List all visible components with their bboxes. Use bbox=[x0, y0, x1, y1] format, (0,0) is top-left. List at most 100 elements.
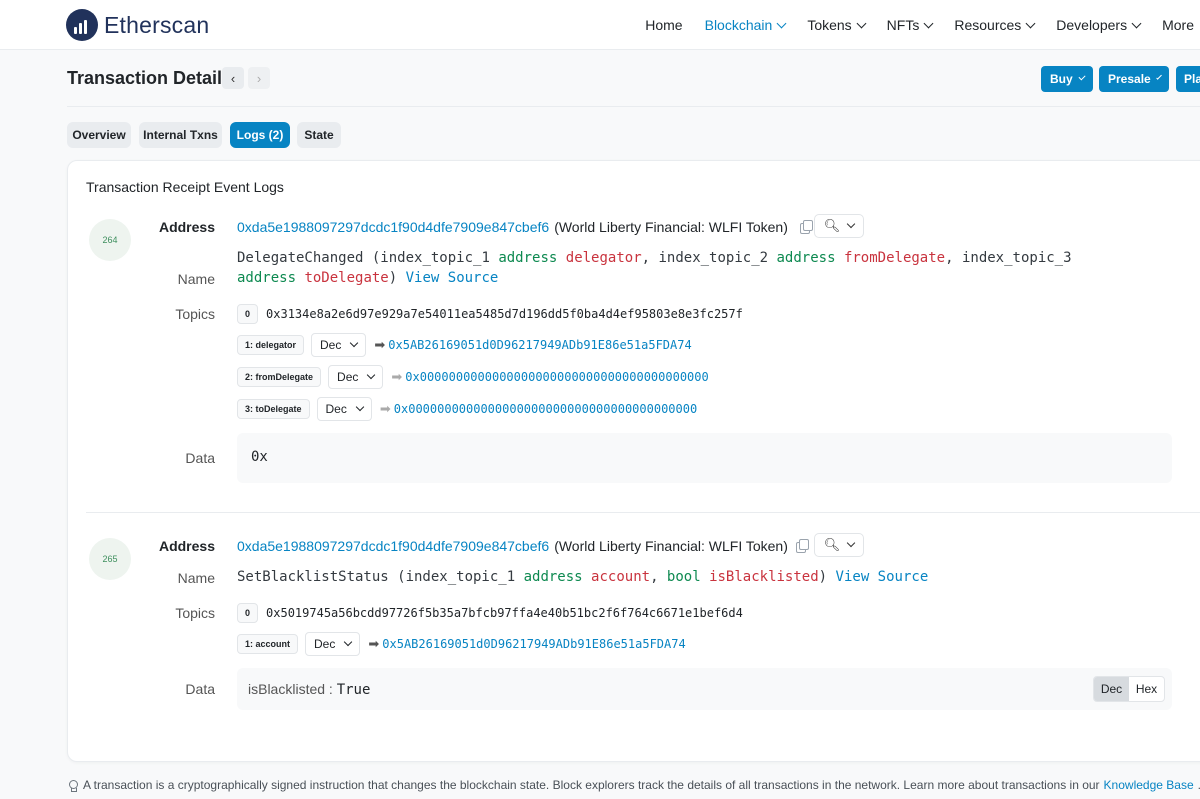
arrow-right-icon: ➡ bbox=[368, 636, 380, 651]
play-button-label: Pla bbox=[1184, 72, 1200, 86]
param-type: address bbox=[523, 569, 583, 585]
log-data-value: 0x bbox=[251, 449, 268, 465]
prev-transaction-button[interactable]: ‹ bbox=[222, 67, 244, 89]
nav-nfts-label: NFTs bbox=[886, 17, 920, 33]
tab-overview[interactable]: Overview bbox=[67, 122, 131, 148]
topic-row: 0 0x3134e8a2e6d97e929a7e54011ea5485d7d19… bbox=[237, 304, 743, 324]
chevron-down-icon bbox=[1155, 74, 1162, 80]
topic-row: 0 0x5019745a56bcdd97726f5b35a7bfcb97ffa4… bbox=[237, 603, 743, 623]
topic-format-select[interactable]: Dec bbox=[328, 365, 384, 389]
log-data-box bbox=[237, 433, 1172, 483]
param-name: account bbox=[591, 569, 651, 585]
chevron-down-icon bbox=[923, 18, 934, 28]
chevron-down-icon bbox=[1025, 18, 1036, 28]
topic-row: 1: account Dec ➡ 0x5AB26169051d0D9621794… bbox=[237, 632, 686, 656]
next-transaction-button[interactable]: › bbox=[248, 67, 270, 89]
topic-format-select[interactable]: Dec bbox=[316, 397, 372, 421]
tab-overview-label: Overview bbox=[72, 128, 126, 142]
contract-name: (World Liberty Financial: WLFI Token) bbox=[554, 219, 788, 235]
copy-icon[interactable] bbox=[795, 539, 809, 553]
topic-row: 3: toDelegate Dec ➡ 0x000000000000000000… bbox=[237, 397, 697, 421]
main-nav: Home Blockchain Tokens NFTs Resources De… bbox=[623, 0, 1200, 50]
nav-more[interactable]: More bbox=[1162, 17, 1194, 33]
data-label: Data bbox=[185, 450, 215, 466]
paren-open: ( bbox=[388, 569, 406, 585]
copy-icon[interactable] bbox=[799, 220, 813, 234]
tab-logs-label: Logs (2) bbox=[236, 128, 284, 142]
paren-close: ) bbox=[388, 270, 398, 286]
nav-blockchain[interactable]: Blockchain bbox=[704, 17, 787, 33]
chevron-down-icon bbox=[367, 370, 376, 380]
nav-tokens[interactable]: Tokens bbox=[807, 17, 867, 33]
buy-button-label: Buy bbox=[1050, 72, 1073, 86]
chevron-down-icon bbox=[776, 18, 787, 28]
topic-index-badge: 0 bbox=[237, 603, 259, 623]
topic-address-link[interactable]: 0x00000000000000000000000000000000000000… bbox=[405, 370, 708, 384]
topic-index-badge: 1: account bbox=[237, 634, 299, 654]
contract-address-link[interactable]: 0xda5e1988097297dcdc1f90d4dfe7909e847cbe… bbox=[237, 219, 549, 235]
nav-resources[interactable]: Resources bbox=[954, 17, 1036, 33]
param-label: index_topic_2 bbox=[658, 250, 769, 266]
param-type: address bbox=[776, 250, 836, 266]
etherscan-logo[interactable]: Etherscan bbox=[66, 9, 209, 41]
zoom-dropdown-button[interactable]: 🔍︎ bbox=[814, 533, 864, 557]
param-name: delegator bbox=[565, 250, 642, 266]
topic-address-link[interactable]: 0x5AB26169051d0D96217949ADb91E86e51a5FDA… bbox=[382, 637, 685, 651]
tab-state-label: State bbox=[304, 128, 334, 142]
decoded-data: isBlacklisted : True bbox=[248, 681, 370, 698]
topic-address-link[interactable]: 0x5AB26169051d0D96217949ADb91E86e51a5FDA… bbox=[388, 338, 691, 352]
play-button[interactable]: Pla bbox=[1176, 66, 1200, 92]
topic-format-select[interactable]: Dec bbox=[305, 632, 361, 656]
contract-name: (World Liberty Financial: WLFI Token) bbox=[554, 538, 788, 554]
decoded-data-separator: : bbox=[325, 681, 337, 697]
topic-format-label: Dec bbox=[325, 402, 347, 416]
arrow-right-icon: ➡ bbox=[374, 337, 386, 352]
log-address: 0xda5e1988097297dcdc1f90d4dfe7909e847cbe… bbox=[237, 219, 840, 235]
presale-button-label: Presale bbox=[1108, 72, 1151, 86]
hex-toggle-button[interactable]: Hex bbox=[1129, 677, 1164, 701]
card-title: Transaction Receipt Event Logs bbox=[86, 179, 284, 195]
topic-index-badge: 1: delegator bbox=[237, 335, 305, 355]
topics-label: Topics bbox=[175, 306, 215, 322]
param-name: fromDelegate bbox=[843, 250, 946, 266]
knowledge-base-link[interactable]: Knowledge Base bbox=[1104, 778, 1194, 792]
topic-row: 2: fromDelegate Dec ➡ 0x0000000000000000… bbox=[237, 365, 709, 389]
view-source-link[interactable]: View Source bbox=[836, 569, 929, 585]
topic-address-link[interactable]: 0x00000000000000000000000000000000000000… bbox=[394, 402, 697, 416]
param-label: index_topic_1 bbox=[405, 569, 516, 585]
nav-resources-label: Resources bbox=[954, 17, 1022, 33]
nav-blockchain-label: Blockchain bbox=[704, 17, 773, 33]
nav-home-label: Home bbox=[645, 17, 683, 33]
chevron-left-icon: ‹ bbox=[230, 70, 236, 86]
tab-state[interactable]: State bbox=[297, 122, 341, 148]
contract-address-link[interactable]: 0xda5e1988097297dcdc1f90d4dfe7909e847cbe… bbox=[237, 538, 549, 554]
log-divider bbox=[86, 512, 1200, 513]
zoom-dropdown-button[interactable]: 🔍︎ bbox=[814, 214, 864, 238]
event-name: SetBlacklistStatus bbox=[237, 569, 389, 585]
tab-internal-txns[interactable]: Internal Txns bbox=[139, 122, 222, 148]
decoded-data-key: isBlacklisted bbox=[248, 681, 326, 697]
param-label: index_topic_1 bbox=[380, 250, 490, 266]
topic-row: 1: delegator Dec ➡ 0x5AB26169051d0D96217… bbox=[237, 333, 692, 357]
topic-format-select[interactable]: Dec bbox=[311, 333, 367, 357]
presale-button[interactable]: Presale bbox=[1099, 66, 1169, 92]
nav-developers[interactable]: Developers bbox=[1056, 17, 1142, 33]
chevron-right-icon: › bbox=[256, 70, 262, 86]
log-data-box bbox=[237, 668, 1172, 710]
topic-hash: 0x5019745a56bcdd97726f5b35a7bfcb97ffa4e4… bbox=[266, 606, 743, 620]
top-navbar: Etherscan Home Blockchain Tokens NFTs Re… bbox=[0, 0, 1200, 50]
dec-toggle-button[interactable]: Dec bbox=[1094, 677, 1129, 701]
tab-logs[interactable]: Logs (2) bbox=[230, 122, 290, 148]
param-type: bool bbox=[666, 569, 701, 585]
param-type: address bbox=[498, 250, 558, 266]
magnifier-zoom-icon: 🔍︎ bbox=[823, 218, 841, 233]
param-name: isBlacklisted bbox=[709, 569, 819, 585]
topic-index-badge: 0 bbox=[237, 304, 259, 324]
buy-button[interactable]: Buy bbox=[1041, 66, 1093, 92]
topic-index-badge: 3: toDelegate bbox=[237, 399, 310, 419]
view-source-link[interactable]: View Source bbox=[406, 270, 499, 286]
nav-nfts[interactable]: NFTs bbox=[886, 17, 934, 33]
address-label: Address bbox=[158, 219, 215, 235]
nav-home[interactable]: Home bbox=[645, 17, 682, 33]
topic-format-label: Dec bbox=[314, 637, 336, 651]
